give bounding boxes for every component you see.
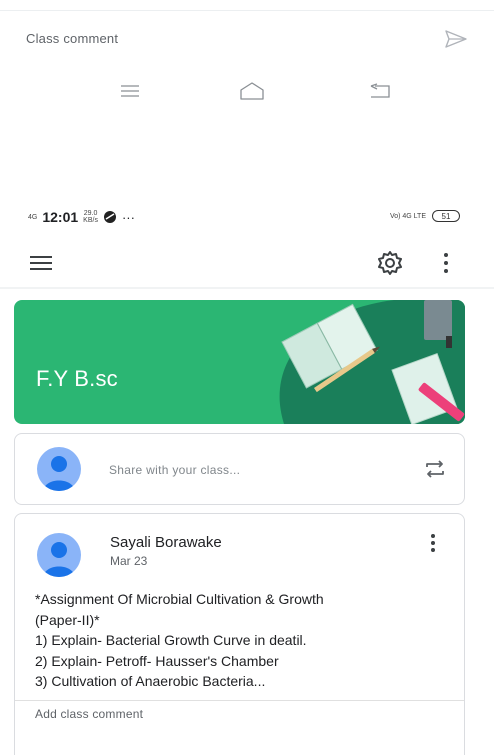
top-divider: [0, 10, 494, 11]
battery-icon: 51: [432, 210, 460, 222]
app-bar-divider: [0, 287, 494, 289]
more-vert-icon[interactable]: [425, 532, 441, 554]
post-line: 2) Explain- Petroff- Hausser's Chamber: [35, 652, 279, 669]
avatar: [37, 533, 81, 577]
more-notifications: ···: [121, 209, 135, 225]
gear-icon[interactable]: [377, 250, 403, 276]
home-icon[interactable]: [236, 76, 268, 106]
more-vert-icon[interactable]: [436, 251, 456, 275]
user-avatar-icon: [43, 542, 75, 577]
post-line: 3) Cultivation of Anaerobic Bacteria...: [35, 673, 266, 689]
hamburger-menu-icon[interactable]: [30, 253, 52, 273]
recent-apps-icon[interactable]: [114, 76, 146, 106]
post-line: 1) Explain- Bacterial Growth Curve in de…: [35, 632, 307, 648]
class-comment-label: Class comment: [26, 31, 119, 46]
post-author: Sayali Borawake: [110, 534, 222, 551]
share-with-class-card[interactable]: Share with your class...: [14, 433, 465, 505]
app-bar: [0, 245, 494, 281]
add-class-comment[interactable]: Add class comment: [35, 707, 143, 721]
class-title: F.Y B.sc: [36, 366, 118, 391]
post-line: (Paper-II)*: [35, 611, 100, 628]
status-time: 12:01: [42, 209, 79, 225]
avatar: [37, 447, 81, 491]
network-speed-unit: KB/s: [83, 217, 98, 224]
post-divider: [15, 700, 464, 701]
notification-icon: [103, 211, 116, 223]
back-icon[interactable]: [364, 76, 396, 106]
post-date: Mar 23: [110, 554, 148, 568]
post-line: *Assignment Of Microbial Cultivation & G…: [35, 591, 324, 607]
post-body: *Assignment Of Microbial Cultivation & G…: [35, 589, 455, 692]
network-speed: 29.0 KB/s: [83, 210, 98, 224]
class-comment-bar[interactable]: Class comment: [0, 26, 494, 52]
send-icon[interactable]: [444, 29, 468, 49]
status-right: Vo) 4G LTE 51: [390, 210, 460, 222]
volte-indicator: Vo) 4G LTE: [389, 212, 426, 220]
system-nav-bar: [0, 76, 494, 106]
network-indicator: 4G: [28, 213, 38, 221]
status-left: 4G 12:01 29.0 KB/s ···: [28, 209, 135, 225]
user-avatar-icon: [43, 456, 75, 491]
network-speed-value: 29.0: [83, 210, 98, 217]
announcement-post[interactable]: Sayali Borawake Mar 23 *Assignment Of Mi…: [14, 513, 465, 755]
share-placeholder[interactable]: Share with your class...: [109, 463, 240, 477]
repost-icon[interactable]: [424, 458, 446, 480]
class-banner[interactable]: F.Y B.sc: [14, 300, 465, 424]
banner-illustration: [279, 300, 465, 424]
status-bar: 4G 12:01 29.0 KB/s ··· Vo) 4G LTE 51: [0, 207, 494, 231]
